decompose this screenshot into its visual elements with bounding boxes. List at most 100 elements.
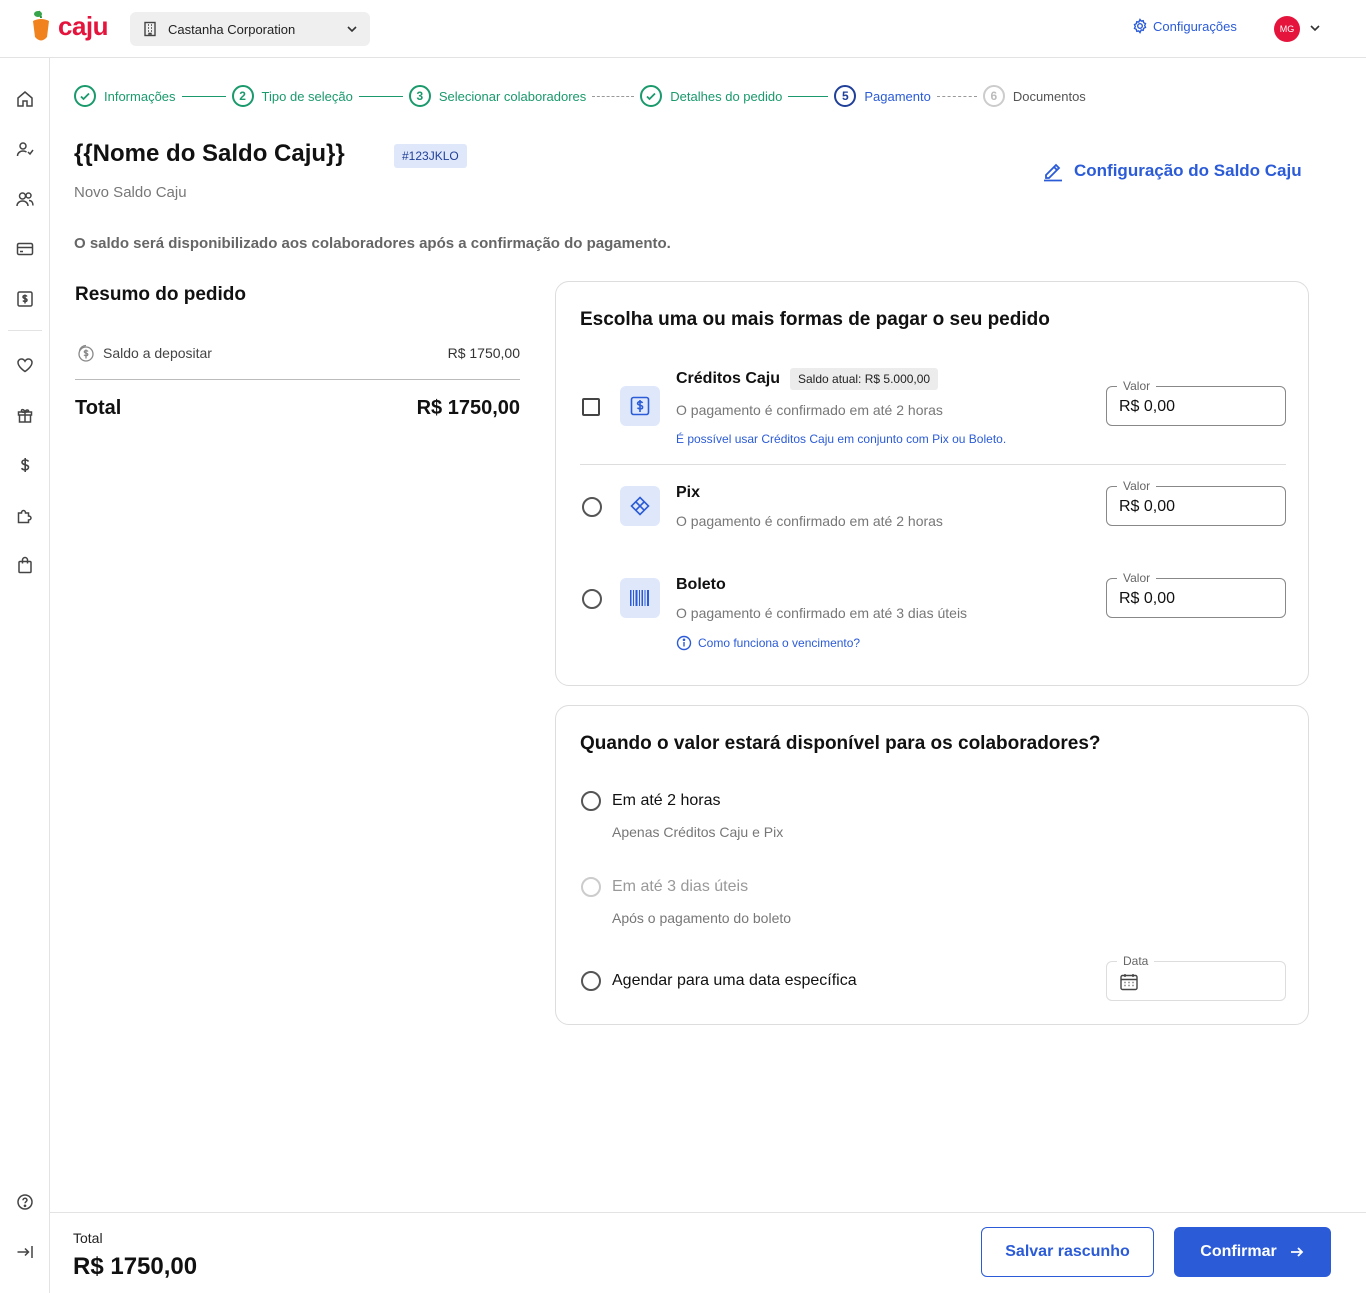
brand-name: caju (58, 10, 109, 41)
availability-3d-sub: Após o pagamento do boleto (612, 910, 792, 926)
step-documentos[interactable]: 6 Documentos (982, 85, 1086, 107)
heart-icon[interactable] (15, 355, 35, 375)
step-label: Selecionar colaboradores (438, 88, 587, 104)
pix-name: Pix (676, 484, 701, 501)
availability-3d-radio[interactable] (581, 877, 601, 897)
company-name: Castanha Corporation (168, 21, 296, 37)
field-label: Valor (1117, 379, 1157, 393)
step-tipo-selecao[interactable]: 2 Tipo de seleção (231, 85, 353, 107)
step-number: 3 (408, 85, 431, 107)
page-subtitle: Novo Saldo Caju (74, 184, 187, 201)
availability-title: Quando o valor estará disponível para os… (580, 733, 1101, 754)
payment-divider (580, 464, 1286, 465)
step-number: 2 (231, 85, 254, 107)
calendar-icon (1119, 972, 1139, 992)
total-value: R$ 1750,00 (416, 397, 520, 419)
payment-methods-card: Escolha uma ou mais formas de pagar o se… (555, 281, 1309, 686)
sidebar (0, 58, 50, 1293)
save-draft-button[interactable]: Salvar rascunho (981, 1227, 1154, 1277)
gear-icon (1133, 18, 1147, 34)
confirm-button[interactable]: Confirmar (1174, 1227, 1331, 1277)
chevron-down-icon (346, 23, 358, 35)
availability-schedule-label: Agendar para uma data específica (612, 972, 857, 989)
summary-title: Resumo do pedido (75, 284, 246, 305)
availability-card: Quando o valor estará disponível para os… (555, 705, 1309, 1025)
field-value: R$ 0,00 (1119, 590, 1176, 607)
availability-2h-label: Em até 2 horas (612, 792, 721, 809)
company-selector[interactable]: Castanha Corporation (130, 12, 370, 46)
gift-icon[interactable] (15, 405, 35, 425)
availability-2h-radio[interactable] (581, 791, 601, 811)
bag-icon[interactable] (15, 555, 35, 575)
stepper: Informações 2 Tipo de seleção 3 Selecion… (74, 85, 1086, 107)
info-message: O saldo será disponibilizado aos colabor… (74, 235, 671, 252)
summary-item-value: R$ 1750,00 (447, 345, 520, 361)
step-connector (592, 95, 635, 97)
footer-total-label: Total (73, 1230, 103, 1246)
help-icon[interactable] (15, 1192, 35, 1212)
chevron-down-icon[interactable] (1308, 21, 1322, 35)
creditos-note: É possível usar Créditos Caju em conjunt… (676, 432, 1007, 446)
field-value: R$ 0,00 (1119, 398, 1176, 415)
top-bar: caju Castanha Corporation Configurações … (0, 0, 1366, 58)
step-detalhes-pedido[interactable]: Detalhes do pedido (640, 85, 782, 107)
field-label: Valor (1117, 571, 1157, 585)
config-saldo-link[interactable]: Configuração do Saldo Caju (1042, 160, 1302, 182)
boleto-value-input[interactable]: Valor R$ 0,00 (1106, 571, 1286, 618)
confirm-label: Confirmar (1200, 1243, 1277, 1260)
config-link-label: Configuração do Saldo Caju (1074, 161, 1302, 180)
pix-desc: O pagamento é confirmado em até 2 horas (676, 513, 943, 529)
creditos-value-input[interactable]: Valor R$ 0,00 (1106, 379, 1286, 426)
avatar[interactable]: MG (1274, 16, 1300, 42)
creditos-checkbox[interactable] (582, 398, 600, 416)
order-tag: #123JKLO (394, 144, 467, 168)
puzzle-icon[interactable] (15, 505, 35, 525)
caju-logo[interactable]: caju (30, 8, 109, 44)
footer-total-value: R$ 1750,00 (73, 1253, 198, 1280)
summary-item: Saldo a depositar R$ 1750,00 (75, 342, 520, 364)
boleto-help-link[interactable]: Como funciona o vencimento? (676, 635, 860, 651)
card-icon[interactable] (15, 239, 35, 259)
date-input[interactable]: Data (1106, 954, 1286, 1001)
field-label: Valor (1117, 479, 1157, 493)
payment-option-boleto: Boleto O pagamento é confirmado em até 3… (580, 571, 1286, 654)
users-icon[interactable] (15, 189, 35, 209)
step-label: Pagamento (864, 88, 931, 104)
step-connector (936, 95, 977, 97)
money-icon (620, 386, 660, 426)
barcode-icon (620, 578, 660, 618)
step-pagamento[interactable]: 5 Pagamento (834, 85, 931, 107)
building-icon (142, 21, 158, 37)
boleto-help-label: Como funciona o vencimento? (698, 636, 861, 650)
arrow-right-icon (1290, 1247, 1303, 1257)
pix-value-input[interactable]: Valor R$ 0,00 (1106, 479, 1286, 526)
date-label: Data (1117, 954, 1155, 968)
boleto-radio[interactable] (582, 589, 602, 609)
payment-title: Escolha uma ou mais formas de pagar o se… (580, 309, 1050, 330)
availability-schedule-radio[interactable] (581, 971, 601, 991)
creditos-name: Créditos Caju (676, 370, 781, 387)
pix-radio[interactable] (582, 497, 602, 517)
step-selecionar-colaboradores[interactable]: 3 Selecionar colaboradores (408, 85, 587, 107)
coins-icon (75, 343, 95, 363)
page-title: {{Nome do Saldo Caju}} (74, 140, 345, 167)
dollar-icon[interactable] (15, 455, 35, 475)
pencil-icon (1044, 163, 1062, 182)
summary-divider (75, 379, 520, 380)
step-label: Tipo de seleção (261, 88, 353, 104)
boleto-desc: O pagamento é confirmado em até 3 dias ú… (676, 605, 968, 621)
footer-bar: Total R$ 1750,00 Salvar rascunho Confirm… (50, 1212, 1366, 1293)
check-icon (74, 85, 96, 107)
pix-icon (620, 486, 660, 526)
step-connector (358, 95, 403, 97)
collapse-icon[interactable] (15, 1242, 35, 1262)
step-informacoes[interactable]: Informações (74, 85, 176, 107)
home-icon[interactable] (15, 89, 35, 109)
settings-link[interactable]: Configurações (1132, 18, 1237, 34)
user-icon[interactable] (15, 139, 35, 159)
boleto-name: Boleto (676, 576, 726, 593)
step-number: 5 (834, 85, 857, 107)
payment-option-creditos: Créditos Caju Saldo atual: R$ 5.000,00 O… (580, 366, 1286, 456)
field-value: R$ 0,00 (1119, 498, 1176, 515)
money-icon[interactable] (15, 289, 35, 309)
